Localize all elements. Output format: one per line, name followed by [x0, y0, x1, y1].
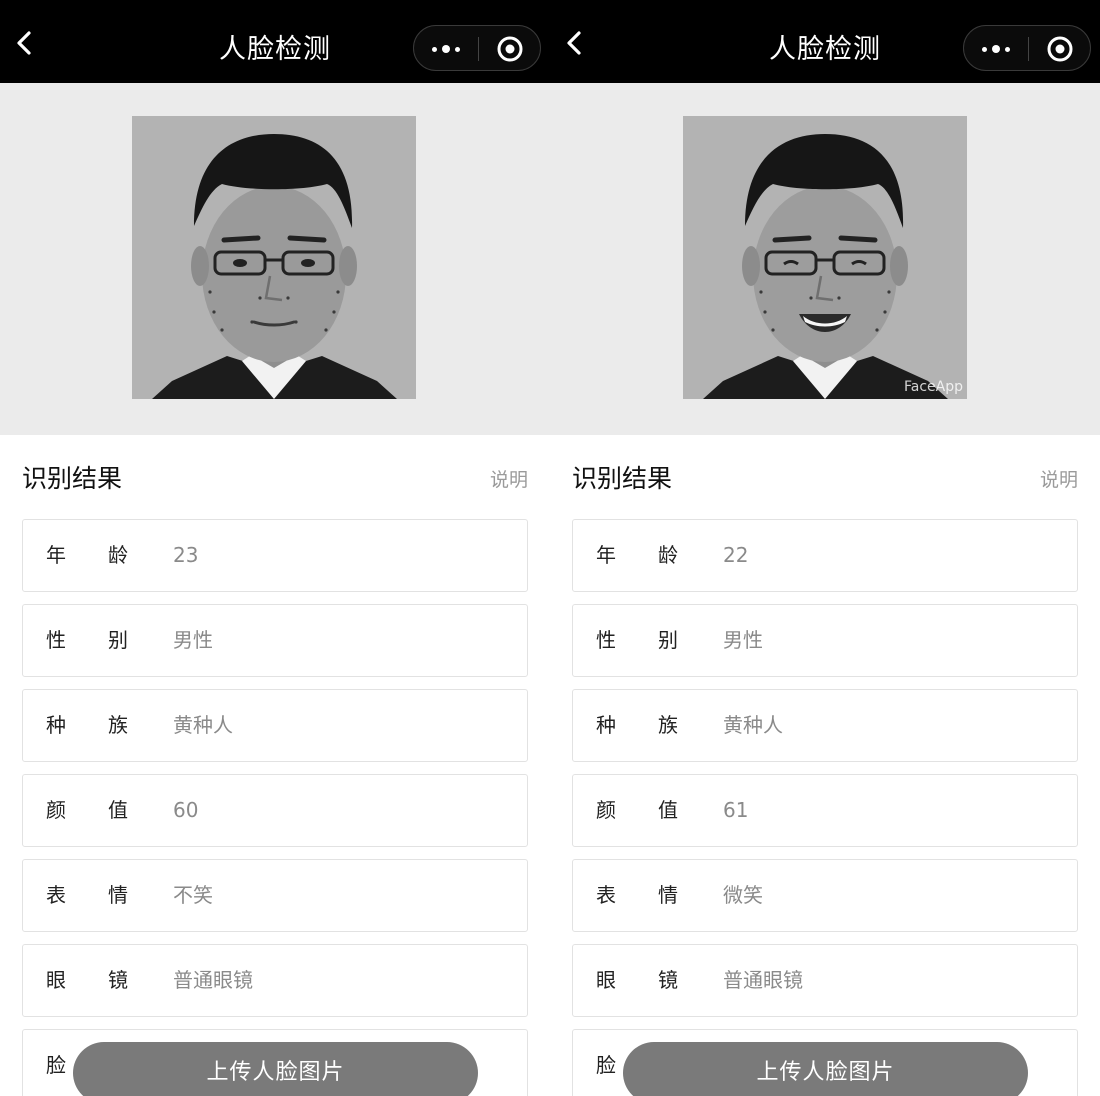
face-photo: FaceApp	[683, 116, 967, 399]
row-label-char-1: 眼	[46, 968, 66, 992]
row-value: 普通眼镜	[723, 968, 803, 992]
mini-program-capsule	[413, 25, 541, 71]
explain-link[interactable]: 说明	[490, 465, 528, 492]
row-value: 60	[173, 798, 199, 822]
phone-screen-left: 人脸检测 识别结果 说明 年 龄 23 性 别 男性 种 族 黄种人 颜 值 6…	[0, 0, 550, 1096]
photo-area	[0, 83, 550, 435]
row-value: 22	[723, 543, 749, 567]
result-row-race: 种 族 黄种人	[572, 689, 1078, 762]
row-label-char-2: 镜	[658, 968, 678, 992]
row-label-char-1: 种	[46, 713, 66, 737]
upload-face-button[interactable]: 上传人脸图片	[623, 1042, 1028, 1096]
section-title: 识别结果	[572, 464, 673, 493]
row-label-char-2: 情	[658, 883, 678, 907]
row-value: 微笑	[723, 883, 763, 907]
more-dots-icon[interactable]	[420, 30, 472, 68]
capsule-divider	[478, 37, 479, 61]
result-row-age: 年 龄 23	[22, 519, 528, 592]
row-value: 不笑	[173, 883, 213, 907]
section-title: 识别结果	[22, 464, 123, 493]
result-row-gender: 性 别 男性	[22, 604, 528, 677]
capsule-divider	[1028, 37, 1029, 61]
row-label-char-1: 表	[596, 883, 616, 907]
row-value: 61	[723, 798, 749, 822]
row-label-char-1: 性	[596, 628, 616, 652]
row-label-char-2: 别	[658, 628, 678, 652]
row-label-char-2: 值	[658, 798, 678, 822]
row-value: 黄种人	[173, 713, 233, 737]
mini-program-capsule	[963, 25, 1091, 71]
row-label-char-2: 值	[108, 798, 128, 822]
row-label-char-2: 族	[658, 713, 678, 737]
navigation-bar: 人脸检测	[550, 0, 1100, 83]
row-label-char-1: 种	[596, 713, 616, 737]
face-photo	[132, 116, 416, 399]
row-label-char-1: 脸	[596, 1053, 616, 1077]
row-label-char-1: 性	[46, 628, 66, 652]
row-label-char-1: 脸	[46, 1053, 66, 1077]
result-header: 识别结果 说明	[572, 457, 1078, 497]
more-dots-icon[interactable]	[970, 30, 1022, 68]
row-value: 男性	[173, 628, 213, 652]
row-label-char-1: 年	[596, 543, 616, 567]
phone-screen-right: 人脸检测 FaceApp 识别结果 说明 年 龄 22 性 别 男性 种 族 黄…	[550, 0, 1100, 1096]
result-header: 识别结果 说明	[22, 457, 528, 497]
row-label-char-2: 情	[108, 883, 128, 907]
row-label-char-1: 眼	[596, 968, 616, 992]
upload-face-button[interactable]: 上传人脸图片	[73, 1042, 478, 1096]
row-value: 黄种人	[723, 713, 783, 737]
row-label-char-2: 别	[108, 628, 128, 652]
row-label-char-2: 龄	[108, 543, 128, 567]
navigation-bar: 人脸检测	[0, 0, 550, 83]
row-value: 普通眼镜	[173, 968, 253, 992]
row-value: 男性	[723, 628, 763, 652]
row-label-char-2: 族	[108, 713, 128, 737]
result-row-expression: 表 情 不笑	[22, 859, 528, 932]
target-circle-icon[interactable]	[1034, 30, 1086, 68]
row-label-char-1: 颜	[46, 798, 66, 822]
result-row-gender: 性 别 男性	[572, 604, 1078, 677]
result-row-glasses: 眼 镜 普通眼镜	[572, 944, 1078, 1017]
row-label-char-1: 年	[46, 543, 66, 567]
result-row-beauty: 颜 值 61	[572, 774, 1078, 847]
row-label-char-1: 表	[46, 883, 66, 907]
target-circle-icon[interactable]	[484, 30, 536, 68]
row-label-char-1: 颜	[596, 798, 616, 822]
result-row-race: 种 族 黄种人	[22, 689, 528, 762]
photo-area: FaceApp	[550, 83, 1100, 435]
result-row-age: 年 龄 22	[572, 519, 1078, 592]
result-row-expression: 表 情 微笑	[572, 859, 1078, 932]
result-row-beauty: 颜 值 60	[22, 774, 528, 847]
result-row-glasses: 眼 镜 普通眼镜	[22, 944, 528, 1017]
row-label-char-2: 镜	[108, 968, 128, 992]
row-label-char-2: 龄	[658, 543, 678, 567]
faceapp-watermark: FaceApp	[903, 379, 963, 395]
explain-link[interactable]: 说明	[1040, 465, 1078, 492]
row-value: 23	[173, 543, 199, 567]
